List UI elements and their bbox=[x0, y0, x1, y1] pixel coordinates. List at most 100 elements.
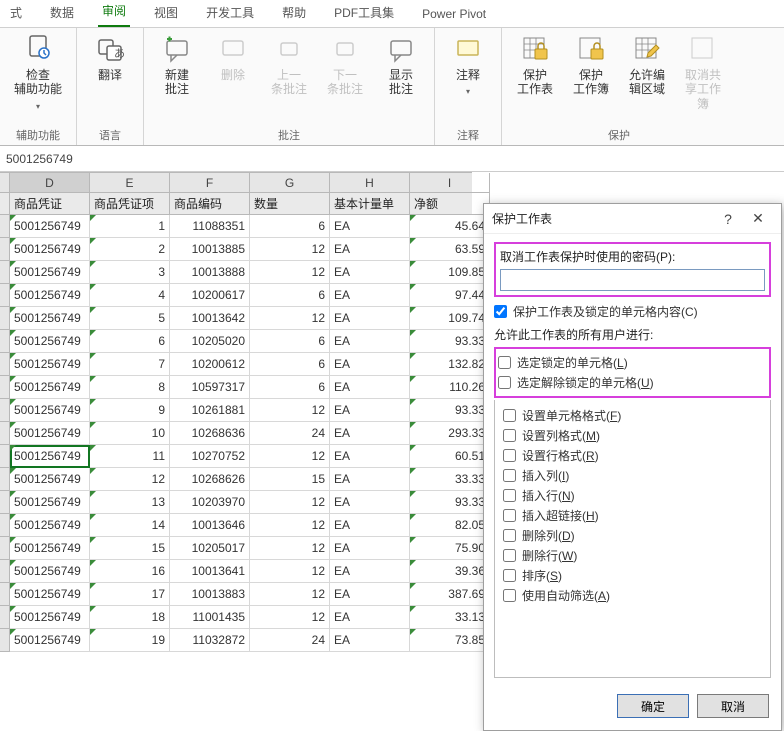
check-accessibility-button[interactable]: 检查辅助功能 ▾ bbox=[8, 32, 68, 113]
row-header[interactable] bbox=[0, 261, 10, 284]
row-header[interactable] bbox=[0, 376, 10, 399]
cell[interactable]: 5001256749 bbox=[10, 307, 90, 330]
cell[interactable]: 3 bbox=[90, 261, 170, 284]
permission-item[interactable]: 设置行格式(R) bbox=[499, 447, 766, 464]
cell[interactable]: EA bbox=[330, 376, 410, 399]
cell[interactable]: 7 bbox=[90, 353, 170, 376]
cell[interactable]: 6 bbox=[250, 330, 330, 353]
cell[interactable]: EA bbox=[330, 284, 410, 307]
cell[interactable]: 5001256749 bbox=[10, 376, 90, 399]
permission-checkbox[interactable] bbox=[503, 549, 516, 562]
column-header[interactable]: G bbox=[250, 173, 330, 193]
row-header[interactable] bbox=[0, 468, 10, 491]
row-header[interactable] bbox=[0, 353, 10, 376]
cell[interactable]: EA bbox=[330, 583, 410, 606]
permissions-list[interactable]: 设置单元格格式(F)设置列格式(M)设置行格式(R)插入列(I)插入行(N)插入… bbox=[494, 400, 771, 678]
cell[interactable]: 10597317 bbox=[170, 376, 250, 399]
cell[interactable]: 93.33 bbox=[410, 491, 490, 514]
cell[interactable]: 6 bbox=[250, 353, 330, 376]
cell[interactable]: 5001256749 bbox=[10, 560, 90, 583]
permission-checkbox[interactable] bbox=[498, 356, 511, 369]
notes-button[interactable]: 注释 ▾ bbox=[443, 32, 493, 98]
cell[interactable]: 5001256749 bbox=[10, 399, 90, 422]
column-header[interactable]: F bbox=[170, 173, 250, 193]
cell[interactable]: 33.13 bbox=[410, 606, 490, 629]
cell[interactable]: 5001256749 bbox=[10, 629, 90, 652]
cell[interactable]: 60.51 bbox=[410, 445, 490, 468]
cell[interactable]: 12 bbox=[250, 537, 330, 560]
permission-checkbox[interactable] bbox=[503, 449, 516, 462]
header-cell[interactable]: 商品凭证 bbox=[10, 193, 90, 215]
protect-sheet-button[interactable]: 保护工作表 bbox=[510, 32, 560, 99]
cell[interactable]: 18 bbox=[90, 606, 170, 629]
ribbon-tab[interactable]: 数据 bbox=[46, 0, 78, 27]
permission-item[interactable]: 使用自动筛选(A) bbox=[499, 587, 766, 604]
formula-bar[interactable]: 5001256749 bbox=[0, 146, 784, 172]
cell[interactable]: EA bbox=[330, 215, 410, 238]
cell[interactable]: 6 bbox=[250, 215, 330, 238]
prev-comment-button[interactable]: 上一条批注 bbox=[264, 32, 314, 99]
cell[interactable]: EA bbox=[330, 422, 410, 445]
cell[interactable]: EA bbox=[330, 514, 410, 537]
cell[interactable]: 5001256749 bbox=[10, 284, 90, 307]
column-header[interactable]: E bbox=[90, 173, 170, 193]
cell[interactable]: 2 bbox=[90, 238, 170, 261]
cell[interactable]: 10200617 bbox=[170, 284, 250, 307]
cancel-button[interactable]: 取消 bbox=[697, 694, 769, 718]
permission-checkbox[interactable] bbox=[503, 509, 516, 522]
row-header[interactable] bbox=[0, 238, 10, 261]
cell[interactable]: 10013885 bbox=[170, 238, 250, 261]
cell[interactable]: 132.82 bbox=[410, 353, 490, 376]
permission-checkbox[interactable] bbox=[503, 489, 516, 502]
ribbon-tab[interactable]: 开发工具 bbox=[202, 0, 258, 27]
permission-checkbox[interactable] bbox=[503, 529, 516, 542]
cell[interactable]: 12 bbox=[90, 468, 170, 491]
cell[interactable]: 110.26 bbox=[410, 376, 490, 399]
cell[interactable]: 97.44 bbox=[410, 284, 490, 307]
cell[interactable]: 1 bbox=[90, 215, 170, 238]
delete-comment-button[interactable]: 删除 bbox=[208, 32, 258, 84]
row-header[interactable] bbox=[0, 560, 10, 583]
ribbon-tab[interactable]: 视图 bbox=[150, 0, 182, 27]
permission-item[interactable]: 插入列(I) bbox=[499, 467, 766, 484]
permission-item[interactable]: 删除列(D) bbox=[499, 527, 766, 544]
header-cell[interactable]: 商品编码 bbox=[170, 193, 250, 215]
cell[interactable]: 12 bbox=[250, 583, 330, 606]
cell[interactable]: EA bbox=[330, 606, 410, 629]
cell[interactable]: 293.33 bbox=[410, 422, 490, 445]
cell[interactable]: 10268636 bbox=[170, 422, 250, 445]
cell[interactable]: 6 bbox=[90, 330, 170, 353]
cell[interactable]: 12 bbox=[250, 261, 330, 284]
permission-item[interactable]: 选定锁定的单元格(L) bbox=[498, 354, 767, 371]
row-header[interactable] bbox=[0, 537, 10, 560]
cell[interactable]: 24 bbox=[250, 629, 330, 652]
close-button[interactable]: ✕ bbox=[743, 210, 773, 227]
cell[interactable]: EA bbox=[330, 468, 410, 491]
permission-checkbox[interactable] bbox=[503, 569, 516, 582]
cell[interactable]: 5001256749 bbox=[10, 238, 90, 261]
row-header[interactable] bbox=[0, 491, 10, 514]
permission-checkbox[interactable] bbox=[503, 469, 516, 482]
cell[interactable]: 4 bbox=[90, 284, 170, 307]
protect-checkbox[interactable] bbox=[494, 305, 507, 318]
cell[interactable]: 19 bbox=[90, 629, 170, 652]
ribbon-tab[interactable]: Power Pivot bbox=[418, 3, 490, 27]
cell[interactable]: 10013641 bbox=[170, 560, 250, 583]
cell[interactable]: 109.74 bbox=[410, 307, 490, 330]
cell[interactable]: 387.69 bbox=[410, 583, 490, 606]
ribbon-tab[interactable]: 审阅 bbox=[98, 0, 130, 27]
row-header[interactable] bbox=[0, 606, 10, 629]
cell[interactable]: 5001256749 bbox=[10, 583, 90, 606]
cell[interactable]: EA bbox=[330, 238, 410, 261]
cell[interactable]: 12 bbox=[250, 238, 330, 261]
cell[interactable]: 5001256749 bbox=[10, 422, 90, 445]
row-header[interactable] bbox=[0, 514, 10, 537]
cell[interactable]: 9 bbox=[90, 399, 170, 422]
cell[interactable]: EA bbox=[330, 445, 410, 468]
permission-item[interactable]: 插入超链接(H) bbox=[499, 507, 766, 524]
cell[interactable]: 10 bbox=[90, 422, 170, 445]
cell[interactable]: 11088351 bbox=[170, 215, 250, 238]
cell[interactable]: 15 bbox=[90, 537, 170, 560]
cell[interactable]: 6 bbox=[250, 284, 330, 307]
ribbon-tab[interactable]: PDF工具集 bbox=[330, 0, 398, 27]
